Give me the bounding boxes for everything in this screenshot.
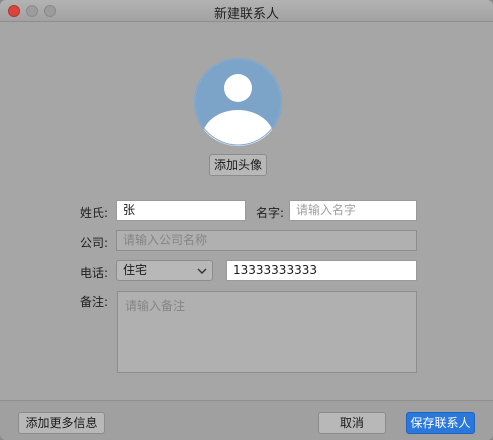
company-placeholder: 请输入公司名称 bbox=[123, 233, 208, 247]
title-bar: 新建联系人 bbox=[0, 0, 493, 22]
note-label: 备注: bbox=[79, 295, 108, 309]
surname-value: 张 bbox=[123, 203, 136, 217]
given-name-placeholder: 请输入名字 bbox=[296, 203, 357, 217]
avatar-placeholder-icon[interactable] bbox=[194, 58, 282, 146]
phone-number-value: 13333333333 bbox=[233, 263, 317, 277]
new-contact-window: 新建联系人 添加头像 姓氏: 张 名字: 请输入名字 公司: 请输入公司名称 电… bbox=[0, 0, 493, 440]
cancel-button[interactable]: 取消 bbox=[318, 412, 386, 434]
surname-field[interactable]: 张 bbox=[116, 200, 246, 221]
company-label: 公司: bbox=[79, 236, 108, 250]
add-more-info-button[interactable]: 添加更多信息 bbox=[18, 412, 105, 434]
phone-type-value: 住宅 bbox=[123, 263, 148, 277]
company-field[interactable]: 请输入公司名称 bbox=[116, 230, 417, 251]
given-name-field[interactable]: 请输入名字 bbox=[289, 200, 417, 221]
surname-label: 姓氏: bbox=[79, 206, 108, 220]
chevron-down-icon bbox=[197, 268, 207, 274]
add-avatar-button[interactable]: 添加头像 bbox=[209, 154, 267, 176]
phone-label: 电话: bbox=[79, 266, 108, 280]
given-name-label: 名字: bbox=[255, 206, 284, 220]
note-placeholder: 请输入备注 bbox=[125, 299, 186, 313]
window-title: 新建联系人 bbox=[213, 7, 279, 22]
phone-number-field[interactable]: 13333333333 bbox=[226, 260, 417, 281]
save-contact-button[interactable]: 保存联系人 bbox=[406, 412, 475, 434]
note-textarea[interactable]: 请输入备注 bbox=[117, 291, 417, 373]
phone-type-select[interactable]: 住宅 bbox=[116, 260, 213, 281]
